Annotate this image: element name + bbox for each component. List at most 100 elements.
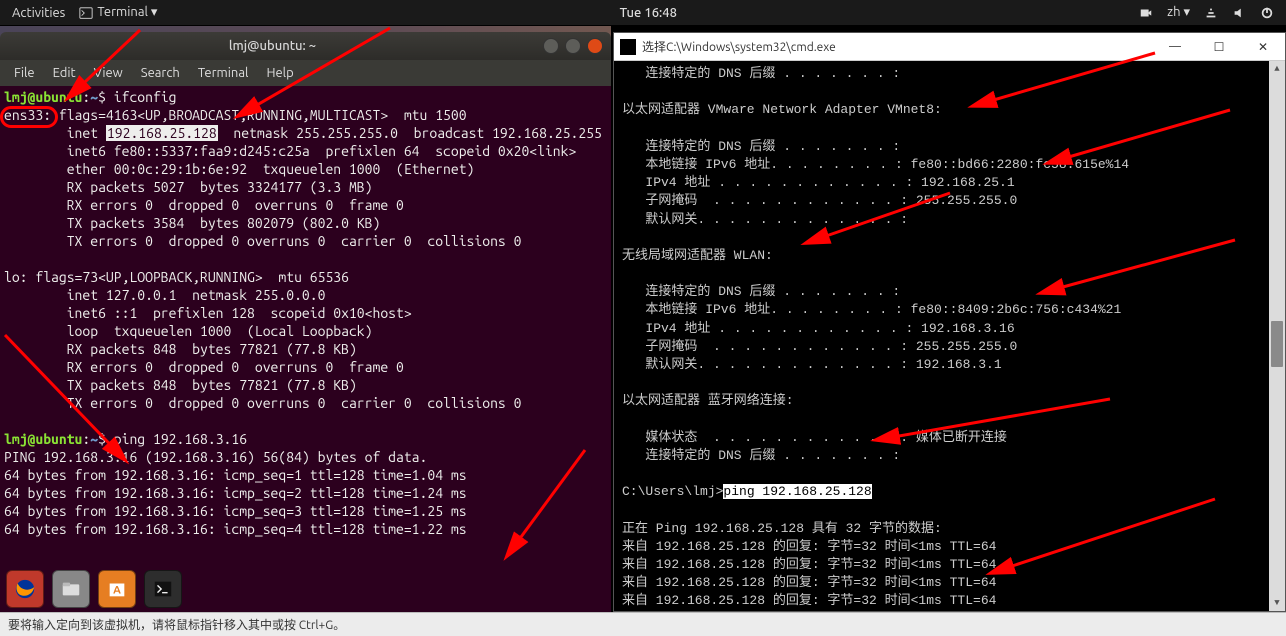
menu-terminal[interactable]: Terminal <box>190 64 257 82</box>
cmd-icon <box>620 39 636 55</box>
prompt-user: lmj@ubuntu <box>4 89 82 105</box>
cmd-window: 选择C:\Windows\system32\cmd.exe — ☐ ✕ 连接特定… <box>613 32 1286 612</box>
prompt-dollar-2: $ <box>98 431 114 447</box>
ens33-inet6: inet6 fe80::5337:faa9:d245:c25a prefixle… <box>4 143 576 159</box>
dock-software-icon[interactable]: A <box>98 570 136 608</box>
window-minimize-button[interactable] <box>543 38 559 54</box>
ens33-txerr: TX errors 0 dropped 0 overruns 0 carrier… <box>4 233 521 249</box>
cmd-bt-media: 媒体状态 . . . . . . . . . . . . : 媒体已断开连接 <box>622 430 1007 445</box>
gnome-topbar: Activities Terminal ▾ Tue 16:48 zh ▾ <box>0 0 1286 26</box>
prompt-user-2: lmj@ubuntu <box>4 431 82 447</box>
lo-txerr: TX errors 0 dropped 0 overruns 0 carrier… <box>4 395 521 411</box>
menu-help[interactable]: Help <box>258 64 301 82</box>
power-icon[interactable] <box>1260 6 1274 20</box>
cmd-vmnet-ipv4: IPv4 地址 . . . . . . . . . . . . : 192.16… <box>622 175 1015 190</box>
lo-inet6: inet6 ::1 prefixlen 128 scopeid 0x10<hos… <box>4 305 412 321</box>
ens33-ether: ether 00:0c:29:1b:6e:92 txqueuelen 1000 … <box>4 161 474 177</box>
input-method-indicator[interactable]: zh ▾ <box>1167 5 1190 20</box>
windows-cmd-pane: 选择C:\Windows\system32\cmd.exe — ☐ ✕ 连接特定… <box>611 26 1286 612</box>
prompt-path: ~ <box>90 89 98 105</box>
cmd-scrollbar[interactable]: ▲ ▼ <box>1269 61 1285 611</box>
ens33-rx: RX packets 5027 bytes 3324177 (3.3 MB) <box>4 179 372 195</box>
lo-loop: loop txqueuelen 1000 (Local Loopback) <box>4 323 372 339</box>
dock-firefox-icon[interactable] <box>6 570 44 608</box>
ping-header: PING 192.168.3.16 (192.168.3.16) 56(84) … <box>4 449 427 465</box>
cmd-adapter-wlan: 无线局域网适配器 WLAN: <box>622 248 773 263</box>
scroll-down-icon[interactable]: ▼ <box>1269 595 1285 611</box>
window-maximize-button[interactable] <box>565 38 581 54</box>
menu-search[interactable]: Search <box>133 64 188 82</box>
menu-file[interactable]: File <box>6 64 43 82</box>
terminal-menubar: File Edit View Search Terminal Help <box>0 60 611 86</box>
cmd-titlebar[interactable]: 选择C:\Windows\system32\cmd.exe — ☐ ✕ <box>614 33 1285 61</box>
vmware-hint-text: 要将输入定向到该虚拟机，请将鼠标指针移入其中或按 Ctrl+G。 <box>8 619 345 632</box>
cmd-output[interactable]: 连接特定的 DNS 后缀 . . . . . . . : 以太网适配器 VMwa… <box>614 61 1285 611</box>
cmd-adapter-vmnet8: 以太网适配器 VMware Network Adapter VMnet8: <box>622 102 942 117</box>
cmd-wlan-ipv4: IPv4 地址 . . . . . . . . . . . . : 192.16… <box>622 321 1015 336</box>
lo-inet: inet 127.0.0.1 netmask 255.0.0.0 <box>4 287 325 303</box>
ens33-rxerr: RX errors 0 dropped 0 overruns 0 frame 0 <box>4 197 404 213</box>
ens33-inet-prefix: inet <box>4 125 106 141</box>
cmd-close-button[interactable]: ✕ <box>1241 34 1285 60</box>
ens33-ip-highlight: 192.168.25.128 <box>106 125 218 141</box>
cmd-wlan-gw: 默认网关. . . . . . . . . . . . . : 192.168.… <box>622 357 1002 372</box>
cmd-ifconfig: ifconfig <box>114 89 177 105</box>
cmd-ping-highlight: ping 192.168.25.128 <box>723 484 871 499</box>
ens33-inet-rest: netmask 255.255.255.0 broadcast 192.168.… <box>218 125 602 141</box>
cmd-bt-dns: 连接特定的 DNS 后缀 . . . . . . . : <box>622 448 900 463</box>
window-close-button[interactable] <box>587 38 603 54</box>
cmd-reply-4: 来自 192.168.25.128 的回复: 字节=32 时间<1ms TTL=… <box>622 593 996 608</box>
ens33-tx: TX packets 3584 bytes 802079 (802.0 KB) <box>4 215 380 231</box>
terminal-app-label: Terminal ▾ <box>97 5 157 20</box>
lo-rx: RX packets 848 bytes 77821 (77.8 KB) <box>4 341 357 357</box>
dock-files-icon[interactable] <box>52 570 90 608</box>
cmd-wlan-mask: 子网掩码 . . . . . . . . . . . . : 255.255.2… <box>622 339 1017 354</box>
scroll-thumb[interactable] <box>1271 321 1283 367</box>
ubuntu-desktop: lmj@ubuntu: ~ File Edit View Search Term… <box>0 26 611 612</box>
cmd-maximize-button[interactable]: ☐ <box>1197 34 1241 60</box>
dock-terminal-icon[interactable] <box>144 570 182 608</box>
scroll-up-icon[interactable]: ▲ <box>1269 61 1285 77</box>
network-icon[interactable] <box>1204 6 1218 20</box>
cmd-wlan-ipv6: 本地链接 IPv6 地址. . . . . . . . : fe80::8409… <box>622 302 1121 317</box>
cmd-minimize-button[interactable]: — <box>1153 34 1197 60</box>
terminal-title: lmj@ubuntu: ~ <box>8 39 537 53</box>
clock-label[interactable]: Tue 16:48 <box>169 6 1127 20</box>
cmd-vmnet-mask: 子网掩码 . . . . . . . . . . . . : 255.255.2… <box>622 193 1017 208</box>
menu-edit[interactable]: Edit <box>45 64 84 82</box>
vmware-hint-bar: 要将输入定向到该虚拟机，请将鼠标指针移入其中或按 Ctrl+G。 <box>0 612 1286 636</box>
lo-header: lo: flags=73<UP,LOOPBACK,RUNNING> mtu 65… <box>4 269 349 285</box>
lo-rxerr: RX errors 0 dropped 0 overruns 0 frame 0 <box>4 359 404 375</box>
ping-line-4: 64 bytes from 192.168.3.16: icmp_seq=4 t… <box>4 521 467 537</box>
menu-view[interactable]: View <box>86 64 131 82</box>
prompt-path-2: ~ <box>90 431 98 447</box>
svg-text:A: A <box>113 585 121 597</box>
ubuntu-dock: A <box>6 568 182 610</box>
lo-tx: TX packets 848 bytes 77821 (77.8 KB) <box>4 377 357 393</box>
sound-icon[interactable] <box>1232 6 1246 20</box>
cmd-dns-suffix-0: 连接特定的 DNS 后缀 . . . . . . . : <box>622 66 900 81</box>
cmd-reply-2: 来自 192.168.25.128 的回复: 字节=32 时间<1ms TTL=… <box>622 557 996 572</box>
prompt-dollar: $ <box>98 89 114 105</box>
ping-line-2: 64 bytes from 192.168.3.16: icmp_seq=2 t… <box>4 485 467 501</box>
cmd-title: 选择C:\Windows\system32\cmd.exe <box>642 38 1153 55</box>
cmd-wlan-dns: 连接特定的 DNS 后缀 . . . . . . . : <box>622 284 900 299</box>
cmd-vmnet-gw: 默认网关. . . . . . . . . . . . . : <box>622 212 908 227</box>
cmd-vmnet-ipv6: 本地链接 IPv6 地址. . . . . . . . : fe80::bd66… <box>622 157 1129 172</box>
terminal-titlebar[interactable]: lmj@ubuntu: ~ <box>0 32 611 60</box>
terminal-window: lmj@ubuntu: ~ File Edit View Search Term… <box>0 32 611 612</box>
camera-icon[interactable] <box>1139 6 1153 20</box>
cmd-prompt: C:\Users\lmj> <box>622 484 723 499</box>
cmd-reply-1: 来自 192.168.25.128 的回复: 字节=32 时间<1ms TTL=… <box>622 539 996 554</box>
cmd-reply-3: 来自 192.168.25.128 的回复: 字节=32 时间<1ms TTL=… <box>622 575 996 590</box>
terminal-output[interactable]: lmj@ubuntu:~$ ifconfig ens33: flags=4163… <box>0 86 611 612</box>
ens33-header: ens33: flags=4163<UP,BROADCAST,RUNNING,M… <box>4 107 467 123</box>
ping-line-3: 64 bytes from 192.168.3.16: icmp_seq=3 t… <box>4 503 467 519</box>
cmd-vmnet-dns: 连接特定的 DNS 后缀 . . . . . . . : <box>622 139 900 154</box>
cmd-ping-header: 正在 Ping 192.168.25.128 具有 32 字节的数据: <box>622 521 942 536</box>
ping-line-1: 64 bytes from 192.168.3.16: icmp_seq=1 t… <box>4 467 467 483</box>
cmd-adapter-bt: 以太网适配器 蓝牙网络连接: <box>622 393 794 408</box>
activities-button[interactable]: Activities <box>12 6 65 20</box>
cmd-ping: ping 192.168.3.16 <box>114 431 247 447</box>
terminal-app-menu[interactable]: Terminal ▾ <box>79 5 157 20</box>
